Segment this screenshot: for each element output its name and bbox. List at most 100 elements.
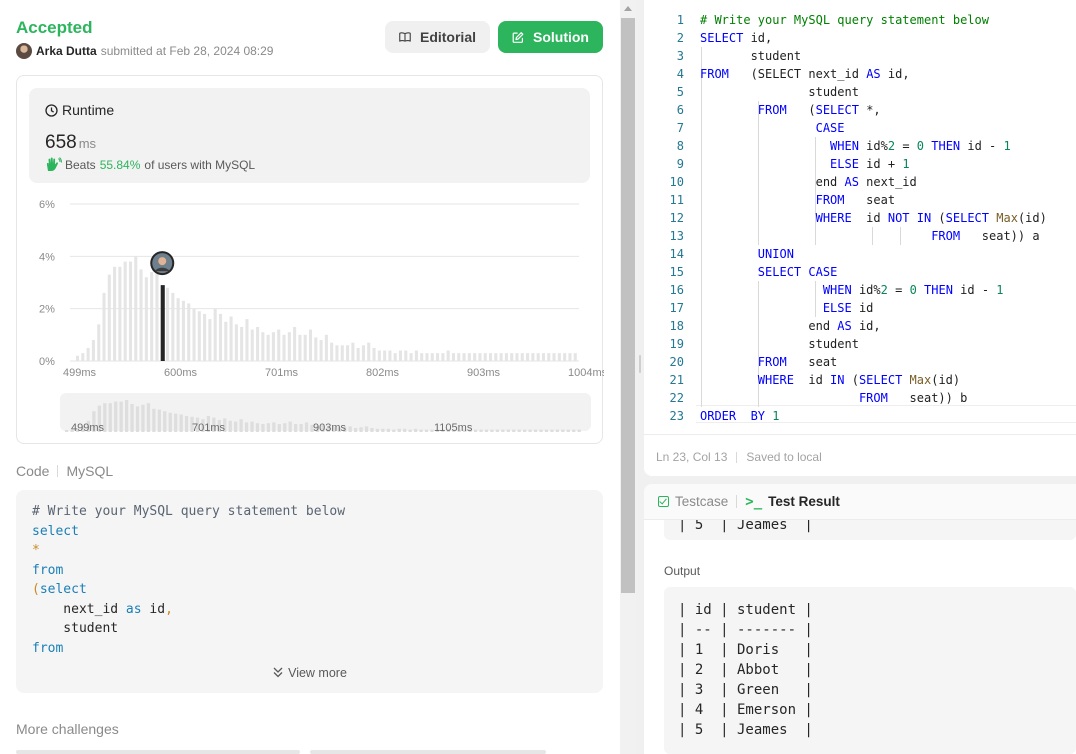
line-number: 13 <box>669 229 684 243</box>
chart-bar <box>457 353 461 361</box>
chart-bar <box>91 340 95 361</box>
chart-bar <box>277 329 281 361</box>
line-number: 4 <box>676 67 684 81</box>
user-name[interactable]: Arka Dutta <box>36 44 97 58</box>
navigator-bar <box>228 420 232 432</box>
code-line: student <box>32 621 119 636</box>
editorial-button[interactable]: Editorial <box>385 21 490 53</box>
save-status: Saved to local <box>746 450 822 464</box>
chart-bar <box>86 347 90 361</box>
navigator-bar <box>419 429 423 432</box>
chart-bar <box>462 353 466 361</box>
navigator-bar <box>174 413 178 432</box>
tab-test-result-label: Test Result <box>768 494 840 509</box>
navigator-bar <box>512 429 516 432</box>
chart-bar <box>446 350 450 361</box>
more-challenges-heading: More challenges <box>16 721 119 737</box>
navigator-bar <box>561 429 565 432</box>
splitter-grip[interactable] <box>639 355 641 373</box>
editor-line: WHERE id NOT IN (SELECT Max(id) <box>815 211 1047 225</box>
challenge-card[interactable] <box>16 750 300 754</box>
chart-bar <box>192 308 196 361</box>
output-row: | 5 | Jeames | <box>678 722 813 738</box>
navigator-bar <box>261 424 265 432</box>
navigator-bar <box>119 401 123 432</box>
left-scrollbar-thumb[interactable] <box>621 18 635 593</box>
status-divider <box>736 451 738 463</box>
navigator-bar <box>370 428 374 432</box>
submitted-code-block: # Write your MySQL query statement below… <box>16 490 603 693</box>
chart-bar <box>308 329 313 361</box>
chart-bar <box>393 353 397 361</box>
scroll-up-arrow-icon[interactable] <box>624 6 632 11</box>
chart-bar <box>118 266 122 361</box>
code-language: MySQL <box>66 463 114 479</box>
x-tick-label: 600ms <box>164 367 198 379</box>
chart-bar <box>203 313 207 361</box>
chart-bar <box>229 316 233 361</box>
navigator-bar <box>495 429 500 432</box>
editor-line: student <box>700 337 859 351</box>
chart-bar <box>298 334 302 361</box>
navigator-bar <box>517 429 521 432</box>
result-panel: | 5 | Jeames | Testcase >_ Test Result O… <box>644 484 1076 754</box>
navigator-bar <box>533 429 538 432</box>
chart-bar <box>494 353 498 361</box>
editorial-label: Editorial <box>419 29 476 45</box>
code-line: select <box>32 523 79 539</box>
runtime-distribution-chart[interactable]: 0% 2% 4% 6% 499ms 600ms 701ms 802ms 903ms 1004ms 1… <box>17 76 604 445</box>
navigator-bar <box>184 416 189 432</box>
navigator-bar <box>157 409 161 432</box>
panel-splitter[interactable] <box>636 0 644 754</box>
chart-bar <box>510 353 514 361</box>
line-number: 3 <box>676 49 684 63</box>
navigator-bar <box>364 426 369 432</box>
chart-bar <box>388 350 392 361</box>
navigator-bar <box>501 429 505 432</box>
chart-bar <box>102 292 106 361</box>
navigator-bar <box>490 429 494 432</box>
code-editor[interactable]: 1 2 3 4 5 6 7 8 9 10 11 12 13 14 15 16 17 18 19 20 21 22 23 # … <box>644 0 1076 476</box>
user-avatar[interactable] <box>16 43 32 59</box>
chart-bar <box>181 300 185 361</box>
code-line: from <box>32 640 64 656</box>
output-row: | -- | ------- | <box>678 622 813 638</box>
chart-bar <box>314 337 318 361</box>
chevrons-down-icon <box>273 667 283 678</box>
navigator-bar <box>381 428 385 432</box>
chart-bar <box>536 353 540 361</box>
editor-line: # Write your MySQL query statement below <box>700 13 989 27</box>
solution-button[interactable]: Solution <box>498 21 603 53</box>
chart-bar <box>430 353 434 361</box>
tab-test-result[interactable]: >_ Test Result <box>745 494 840 510</box>
editor-source[interactable]: # Write your MySQL query statement below… <box>700 11 1047 425</box>
x-tick-label: 499ms <box>63 367 97 379</box>
chart-bar <box>128 261 133 361</box>
your-runtime-avatar <box>158 257 167 266</box>
view-more-button[interactable]: View more <box>16 666 603 680</box>
navigator-bar <box>348 426 352 432</box>
chart-bar <box>356 347 360 361</box>
navigator-bar <box>179 414 183 432</box>
chart-bar <box>383 350 387 361</box>
editor-line: ORDER BY 1 <box>700 409 780 423</box>
chart-bar <box>520 353 524 361</box>
checkbox-icon <box>658 496 669 507</box>
editor-line: end AS id, <box>700 319 881 333</box>
chart-bar <box>176 298 180 361</box>
navigator-tick-label: 903ms <box>313 422 347 434</box>
code-line: (select <box>32 582 87 597</box>
tab-testcase[interactable]: Testcase <box>658 494 728 509</box>
chart-bar <box>261 332 265 361</box>
chart-bar <box>81 353 85 361</box>
y-tick-label: 0% <box>39 356 55 368</box>
chart-bar <box>504 353 508 361</box>
challenge-card[interactable] <box>310 750 546 754</box>
chart-bar <box>303 334 307 361</box>
navigator-bar <box>299 424 303 432</box>
output-row: | 1 | Doris | <box>678 642 813 658</box>
navigator-bar <box>555 429 560 432</box>
submitted-code: # Write your MySQL query statement below… <box>32 502 345 658</box>
navigator-bar <box>288 421 292 432</box>
chart-bar <box>245 319 249 361</box>
